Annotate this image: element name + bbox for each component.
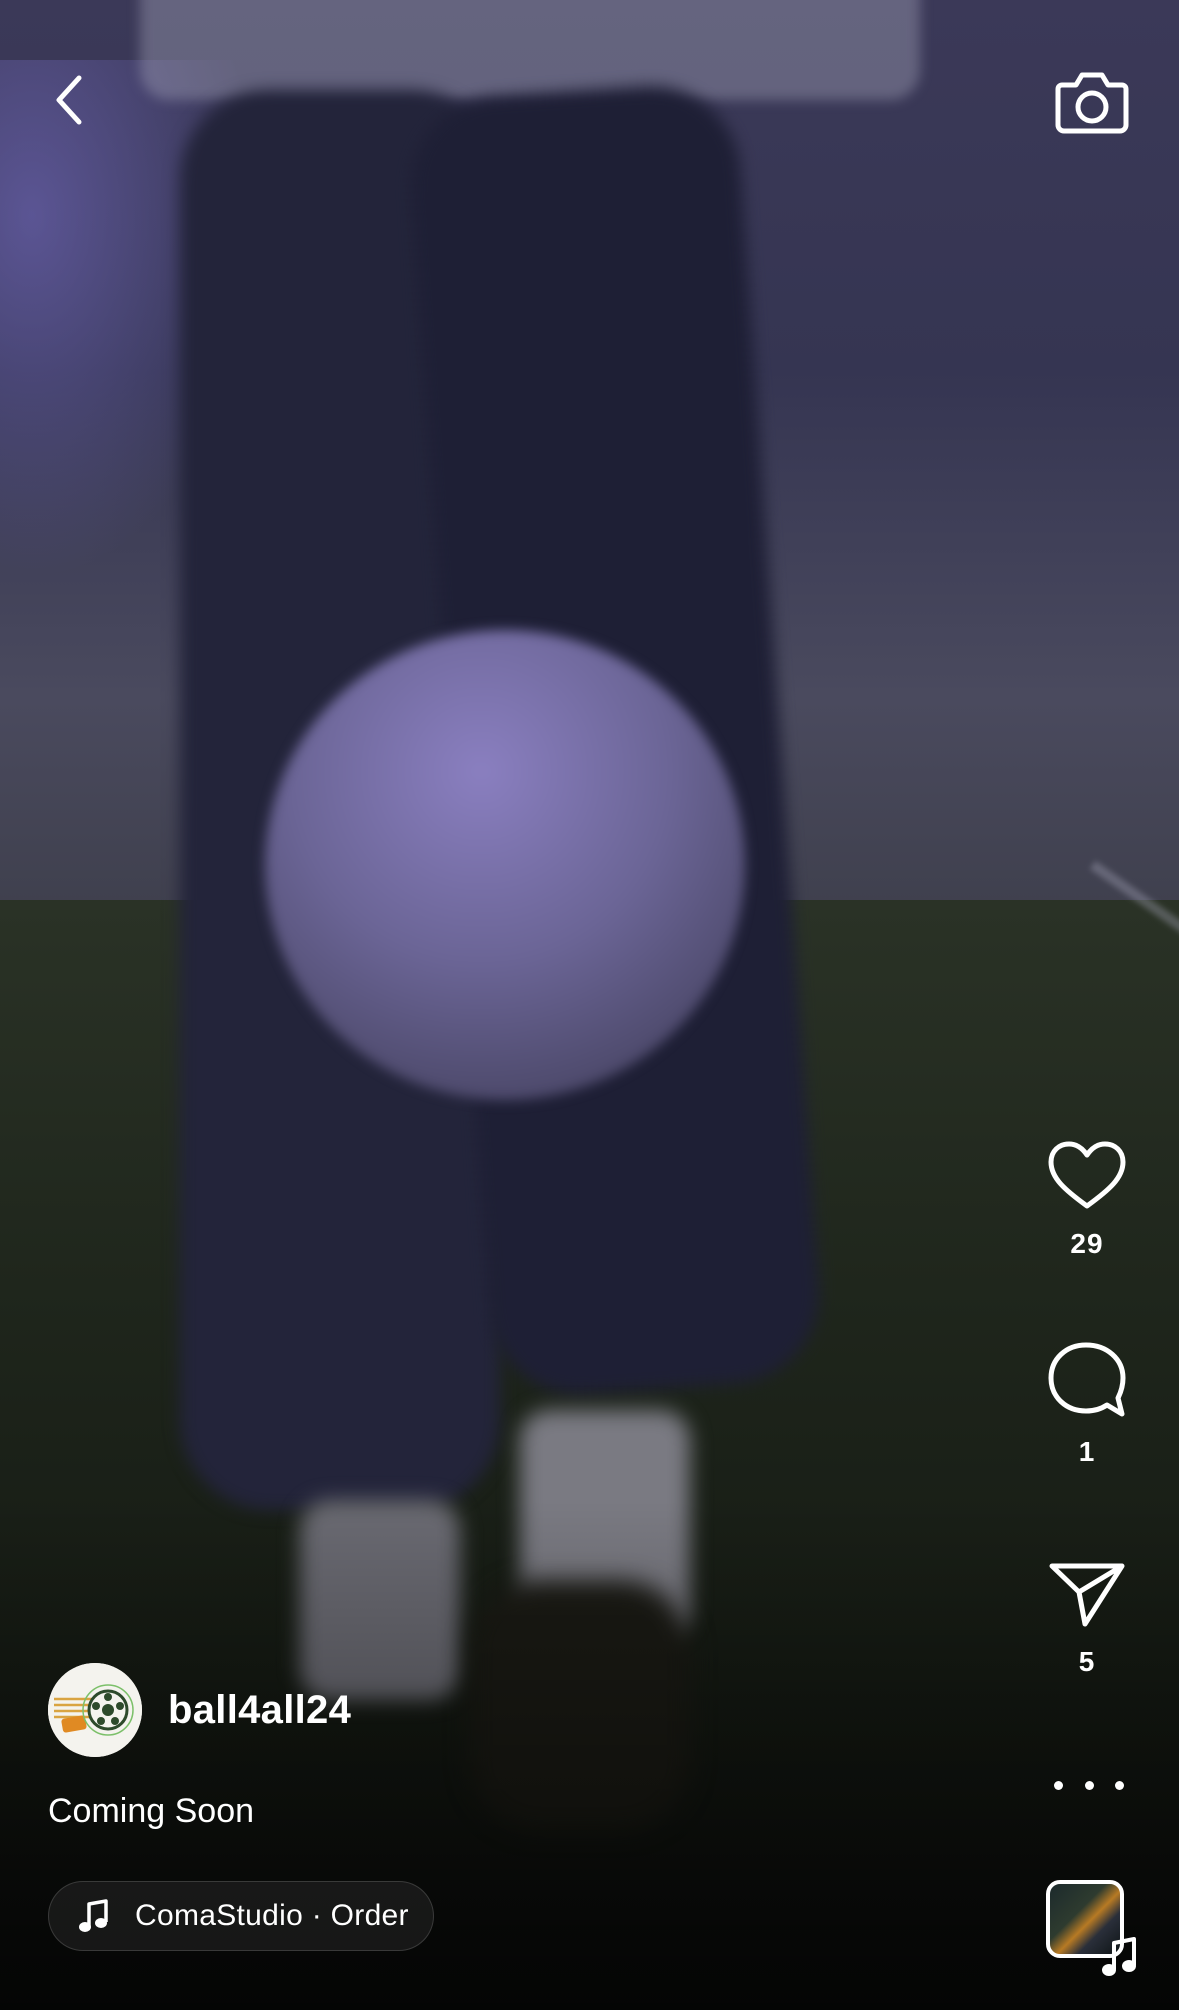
heart-icon[interactable]	[1047, 1140, 1127, 1212]
author-row[interactable]: ball4all24	[48, 1663, 351, 1757]
ball4all-logo-icon	[48, 1663, 142, 1757]
audio-label: ComaStudio · Order	[135, 1899, 409, 1932]
audio-attribution-pill[interactable]: ComaStudio · Order	[48, 1881, 434, 1951]
more-dot	[1115, 1780, 1124, 1790]
avatar[interactable]	[48, 1663, 142, 1757]
more-dot	[1084, 1780, 1094, 1790]
player-shirt	[140, 0, 920, 100]
share-count[interactable]: 5	[1079, 1646, 1096, 1678]
like-action[interactable]: 29	[1034, 1140, 1140, 1260]
share-action[interactable]: 5	[1034, 1558, 1140, 1678]
music-note-icon	[1102, 1937, 1136, 1976]
chevron-left-icon	[56, 75, 82, 125]
music-note-icon	[79, 1899, 108, 1932]
comment-bubble-icon[interactable]	[1046, 1340, 1128, 1420]
like-count[interactable]: 29	[1070, 1228, 1103, 1260]
username[interactable]: ball4all24	[168, 1688, 351, 1733]
camera-button[interactable]	[1050, 62, 1134, 138]
paper-plane-icon[interactable]	[1047, 1558, 1127, 1630]
soccer-ball	[265, 630, 745, 1100]
more-options-button[interactable]	[1054, 1770, 1124, 1800]
post-caption[interactable]: Coming Soon	[48, 1792, 254, 1831]
back-button[interactable]	[34, 60, 104, 140]
comment-action[interactable]: 1	[1034, 1340, 1140, 1468]
comment-count[interactable]: 1	[1079, 1436, 1096, 1468]
camera-icon	[1055, 72, 1129, 134]
more-dot	[1054, 1780, 1063, 1790]
